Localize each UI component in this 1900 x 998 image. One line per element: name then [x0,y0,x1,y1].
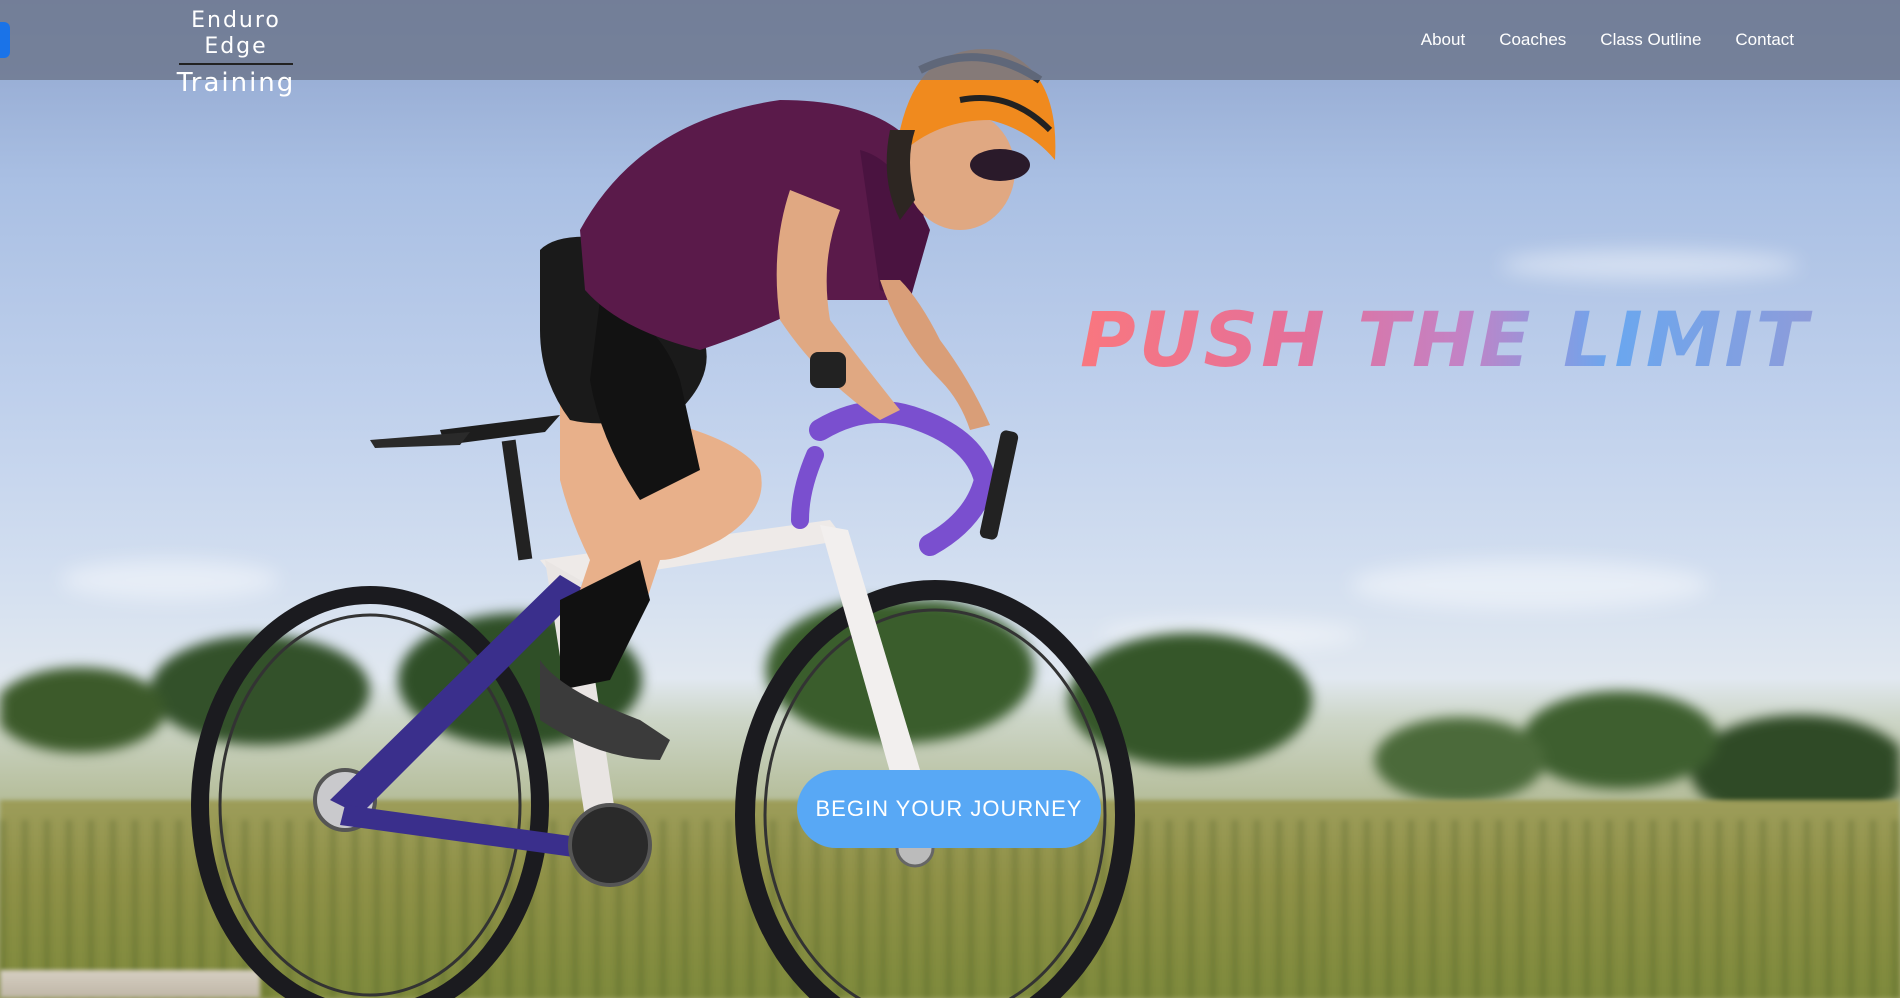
hero-section: Enduro Edge Training About Coaches Class… [0,0,1900,998]
brand-name-line1: Enduro Edge [191,8,281,59]
hero-headline: PUSH THE LIMIT [1080,295,1820,384]
nav-link-coaches[interactable]: Coaches [1499,30,1566,50]
nav-link-class-outline[interactable]: Class Outline [1600,30,1701,50]
brand-name-line2: Training [176,68,296,98]
brand-divider [179,63,293,65]
nav-link-contact[interactable]: Contact [1735,30,1794,50]
nav-links: About Coaches Class Outline Contact [1421,0,1794,80]
brand-logo[interactable]: Enduro Edge Training [155,8,317,98]
sidebar-toggle-tab[interactable] [0,22,10,58]
nav-link-about[interactable]: About [1421,30,1465,50]
begin-journey-button[interactable]: BEGIN YOUR JOURNEY [797,770,1101,848]
top-navbar: Enduro Edge Training About Coaches Class… [0,0,1900,98]
cyclist-hero-image [191,49,1135,998]
